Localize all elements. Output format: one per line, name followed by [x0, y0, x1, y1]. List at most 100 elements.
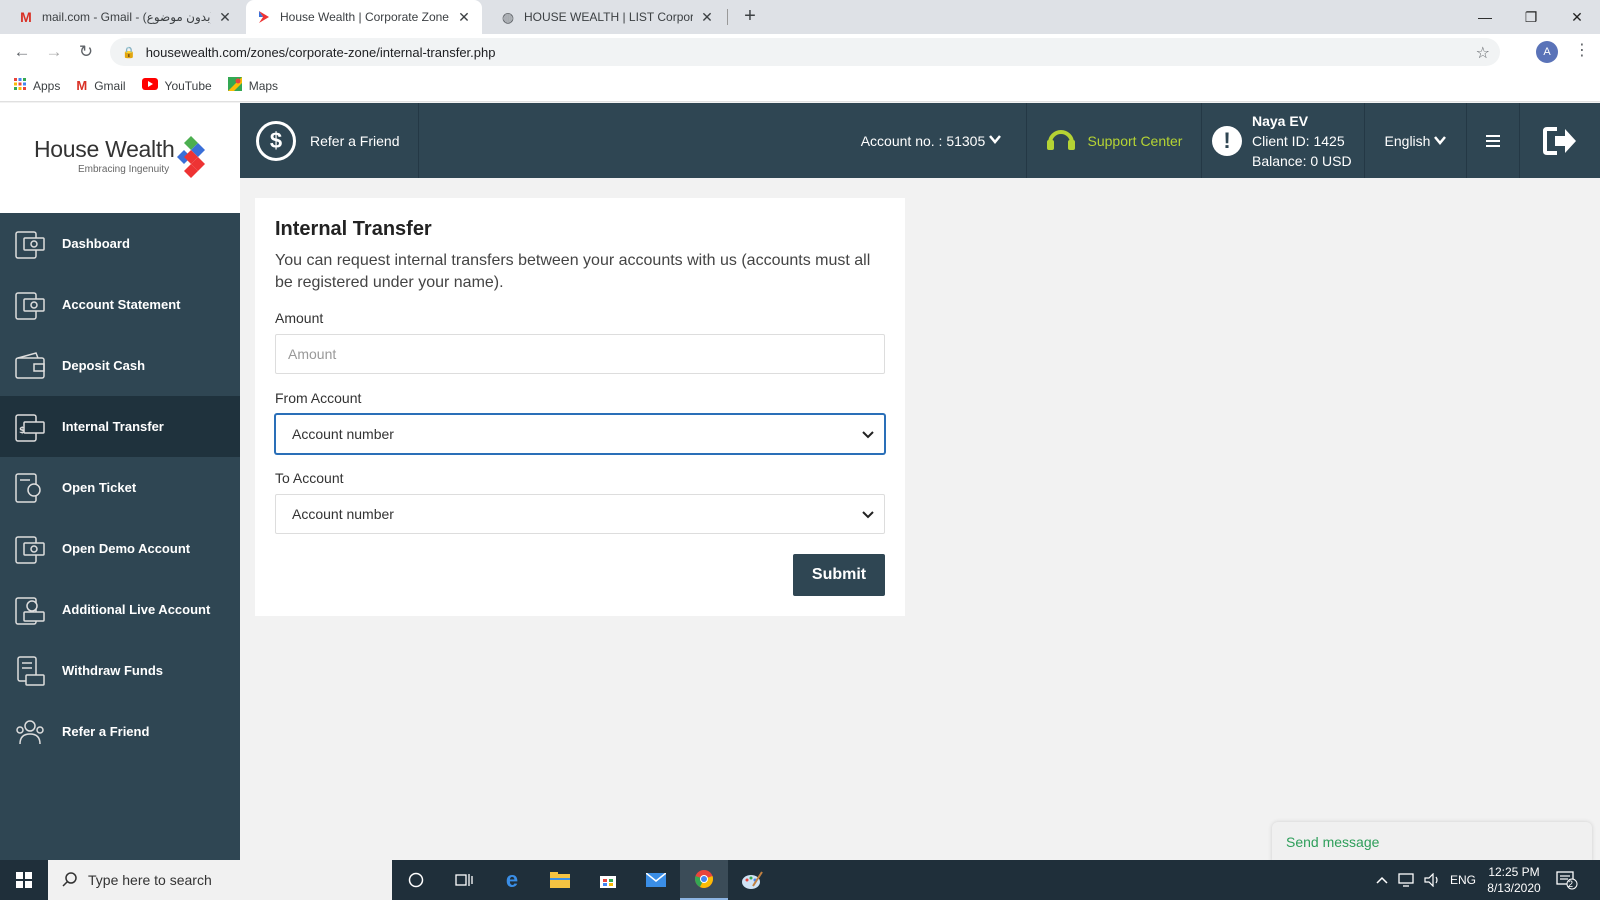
- brand-logo[interactable]: House Wealth Embracing Ingenuity: [0, 103, 240, 213]
- sidebar-item-open-demo-account[interactable]: Open Demo Account: [0, 518, 240, 579]
- paint-icon[interactable]: [728, 860, 776, 900]
- bookmark-maps[interactable]: Maps: [227, 77, 278, 94]
- windows-taskbar: Type here to search e ENG 12:25 PM 8/13/…: [0, 860, 1600, 900]
- live-account-icon: [14, 594, 46, 626]
- browser-menu-icon[interactable]: ⋮: [1574, 40, 1590, 60]
- ticket-icon: [14, 472, 46, 504]
- gmail-icon: M: [20, 9, 32, 25]
- mail-icon[interactable]: [632, 860, 680, 900]
- sidebar-item-account-statement[interactable]: Account Statement: [0, 274, 240, 335]
- housewealth-icon: [256, 9, 272, 25]
- user-name: Naya EV: [1252, 112, 1309, 129]
- sidebar-item-label: Open Demo Account: [62, 541, 191, 556]
- sidebar-item-dashboard[interactable]: Dashboard: [0, 213, 240, 274]
- bookmark-apps[interactable]: Apps: [14, 78, 60, 93]
- cortana-icon[interactable]: [392, 860, 440, 900]
- from-account-select[interactable]: Account number: [275, 414, 885, 454]
- url-text: housewealth.com/zones/corporate-zone/int…: [145, 44, 496, 60]
- close-icon[interactable]: ✕: [217, 9, 233, 26]
- clock-time: 12:25 PM: [1488, 865, 1540, 879]
- page-title: Internal Transfer: [275, 218, 432, 240]
- language-label: English: [1384, 132, 1431, 149]
- reload-icon[interactable]: ↻: [74, 40, 98, 64]
- to-account-label: To Account: [275, 470, 344, 486]
- tab-gmail[interactable]: M mail.com - Gmail - (بدون موضوع) ✕: [8, 0, 243, 34]
- clock-date: 8/13/2020: [1487, 881, 1541, 895]
- logout-icon[interactable]: [1519, 103, 1600, 178]
- notifications-icon[interactable]: 2: [1556, 860, 1578, 900]
- brand-tagline: Embracing Ingenuity: [78, 164, 170, 175]
- support-center-label: Support Center: [1087, 132, 1183, 149]
- network-icon[interactable]: [1398, 860, 1416, 900]
- task-view-icon[interactable]: [440, 860, 488, 900]
- new-tab-button[interactable]: +: [738, 5, 762, 29]
- windows-start-icon[interactable]: [0, 860, 48, 900]
- account-number-label: Account no. : 51305: [860, 132, 986, 149]
- bookmark-gmail[interactable]: M Gmail: [76, 78, 125, 93]
- file-explorer-icon[interactable]: [536, 860, 584, 900]
- gmail-icon: M: [76, 78, 88, 93]
- refer-friend-nav[interactable]: $ Refer a Friend: [240, 103, 418, 178]
- to-account-select[interactable]: Account number: [275, 494, 885, 534]
- close-icon[interactable]: ✕: [699, 9, 715, 26]
- headset-icon: [1046, 125, 1076, 156]
- close-icon[interactable]: ✕: [456, 9, 472, 26]
- account-selector[interactable]: Account no. : 51305: [836, 103, 1026, 178]
- sidebar-item-label: Account Statement: [62, 297, 181, 312]
- taskbar-clock[interactable]: 12:25 PM 8/13/2020: [1484, 864, 1544, 896]
- chrome-icon[interactable]: [680, 860, 728, 900]
- youtube-icon: [141, 78, 158, 93]
- dashboard-icon: [14, 228, 46, 260]
- volume-icon[interactable]: [1424, 860, 1442, 900]
- support-center-link[interactable]: Support Center: [1026, 103, 1201, 178]
- store-icon[interactable]: [584, 860, 632, 900]
- top-navigation: $ Refer a Friend Account no. : 51305 Sup…: [240, 103, 1600, 178]
- url-bar[interactable]: 🔒 housewealth.com/zones/corporate-zone/i…: [110, 38, 1500, 66]
- bookmark-star-icon[interactable]: ☆: [1476, 43, 1490, 63]
- user-info[interactable]: ! Naya EV Client ID: 1425 Balance: 0 USD: [1201, 103, 1364, 178]
- forward-icon[interactable]: →: [42, 40, 66, 64]
- tab-list-corporate[interactable]: ◍ HOUSE WEALTH | LIST Corporate ✕: [490, 0, 725, 34]
- tray-chevron-up-icon[interactable]: [1376, 860, 1388, 900]
- nav-divider: [418, 103, 419, 178]
- profile-avatar[interactable]: A: [1536, 41, 1558, 63]
- chevron-down-icon: [862, 426, 874, 442]
- back-icon[interactable]: ←: [10, 40, 34, 64]
- sidebar-item-additional-live-account[interactable]: Additional Live Account: [0, 579, 240, 640]
- edge-icon[interactable]: e: [488, 860, 536, 900]
- submit-button[interactable]: Submit: [793, 554, 885, 596]
- bookmark-label: Apps: [33, 78, 61, 93]
- amount-input[interactable]: [275, 334, 885, 374]
- sidebar-item-label: Internal Transfer: [62, 419, 164, 434]
- window-close-button[interactable]: ✕: [1554, 0, 1600, 34]
- input-language[interactable]: ENG: [1450, 860, 1476, 900]
- minimize-button[interactable]: —: [1462, 0, 1508, 34]
- lock-icon: 🔒: [122, 46, 136, 59]
- restore-button[interactable]: ❐: [1508, 0, 1554, 34]
- amount-label: Amount: [275, 310, 324, 326]
- svg-text:$: $: [19, 426, 25, 436]
- hamburger-menu-icon[interactable]: [1466, 103, 1519, 178]
- sidebar-item-refer-a-friend[interactable]: Refer a Friend: [0, 701, 240, 762]
- browser-tab-bar: M mail.com - Gmail - (بدون موضوع) ✕ Hous…: [0, 0, 1600, 34]
- demo-account-icon: [14, 533, 46, 565]
- to-account-value: Account number: [292, 506, 394, 522]
- taskbar-search-input[interactable]: Type here to search: [48, 860, 392, 900]
- sidebar-item-label: Dashboard: [62, 236, 130, 251]
- from-account-label: From Account: [275, 390, 362, 406]
- refer-friend-label: Refer a Friend: [310, 132, 400, 149]
- send-message-widget[interactable]: Send message: [1272, 822, 1592, 862]
- tab-housewealth[interactable]: House Wealth | Corporate Zone ✕: [246, 0, 482, 34]
- sidebar-item-internal-transfer[interactable]: $ Internal Transfer: [0, 396, 240, 457]
- language-selector[interactable]: English: [1364, 103, 1466, 178]
- logo-diamond-icon: [177, 136, 205, 178]
- sidebar-item-deposit-cash[interactable]: Deposit Cash: [0, 335, 240, 396]
- sidebar-item-open-ticket[interactable]: Open Ticket: [0, 457, 240, 518]
- sidebar-item-label: Additional Live Account: [62, 602, 211, 617]
- sidebar-item-withdraw-funds[interactable]: Withdraw Funds: [0, 640, 240, 701]
- chevron-down-icon: [989, 134, 1002, 147]
- apps-grid-icon: [14, 78, 26, 93]
- tab-separator: [727, 9, 728, 25]
- chevron-down-icon: [862, 506, 874, 522]
- bookmark-youtube[interactable]: YouTube: [141, 78, 212, 93]
